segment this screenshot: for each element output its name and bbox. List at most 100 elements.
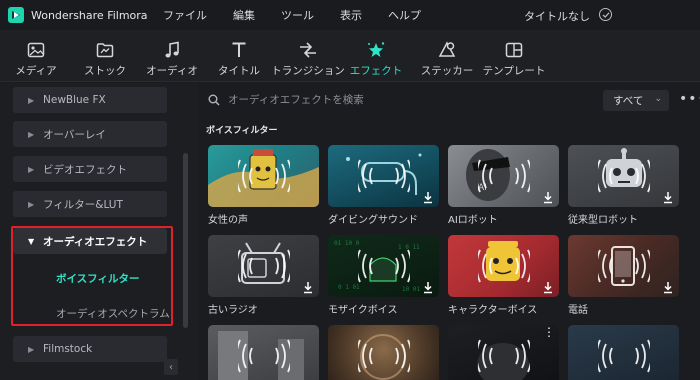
project-title[interactable]: タイトルなし xyxy=(524,8,590,24)
sidebar-item-label: NewBlue FX xyxy=(43,94,106,106)
download-icon[interactable] xyxy=(662,281,674,294)
tab-effects-label: エフェクト xyxy=(349,65,403,77)
title-t-icon xyxy=(231,39,247,61)
caret-right-icon: ▶ xyxy=(28,344,35,354)
tab-stickers[interactable]: ステッカー xyxy=(420,30,474,82)
sound-waves-icon xyxy=(238,339,290,373)
sidebar-subitem-voice-filter[interactable]: ボイスフィルター xyxy=(56,271,139,286)
tab-transitions-label: トランジション xyxy=(271,65,345,77)
caret-right-icon: ▶ xyxy=(28,164,35,174)
sound-waves-icon xyxy=(478,249,530,283)
media-icon xyxy=(27,39,45,61)
tab-media[interactable]: メディア xyxy=(14,30,58,82)
filter-value: すべて xyxy=(613,95,644,107)
chevron-down-icon: ⌄ xyxy=(654,94,662,104)
effects-star-icon xyxy=(366,39,386,61)
menu-edit[interactable]: 編集 xyxy=(233,7,255,23)
svg-text:01 10 0: 01 10 0 xyxy=(334,240,360,247)
sidebar-item-label: オーバーレイ xyxy=(43,128,106,141)
tab-titles-label: タイトル xyxy=(218,65,260,77)
tab-transitions[interactable]: トランジション xyxy=(271,30,345,82)
download-icon[interactable] xyxy=(302,281,314,294)
stock-icon xyxy=(96,39,114,61)
sidebar-item-overlay[interactable]: ▶ オーバーレイ xyxy=(13,121,167,147)
effect-card-row3-2[interactable] xyxy=(328,325,439,380)
effect-card-character-voice[interactable] xyxy=(448,235,559,297)
sound-waves-icon xyxy=(598,339,650,373)
effect-card-diving-sound[interactable] xyxy=(328,145,439,207)
effect-label: 電話 xyxy=(568,305,588,316)
section-title: ボイスフィルター xyxy=(206,126,278,136)
search-icon xyxy=(208,94,220,109)
tab-effects[interactable]: エフェクト xyxy=(350,30,402,82)
effect-label: 従来型ロボット xyxy=(568,215,638,226)
sidebar-scrollbar[interactable] xyxy=(183,153,188,328)
download-icon[interactable] xyxy=(422,281,434,294)
sound-waves-icon xyxy=(358,159,410,193)
sidebar-item-label: ビデオエフェクト xyxy=(43,163,127,176)
sound-waves-icon xyxy=(238,249,290,283)
effect-label: キャラクターボイス xyxy=(448,305,538,316)
transition-arrows-icon xyxy=(297,39,319,61)
effect-label: 女性の声 xyxy=(208,215,248,226)
search-input[interactable] xyxy=(228,91,558,109)
effect-label: モザイクボイス xyxy=(328,305,398,316)
effect-card-female-voice[interactable] xyxy=(208,145,319,207)
tab-audio[interactable]: オーディオ xyxy=(146,30,198,82)
collapse-sidebar-button[interactable]: ‹ xyxy=(164,359,178,375)
tab-media-label: メディア xyxy=(15,65,57,77)
sidebar-subitem-audio-spectrum[interactable]: オーディオスペクトラム xyxy=(56,306,170,321)
effect-card-classic-robot[interactable] xyxy=(568,145,679,207)
menu-view[interactable]: 表示 xyxy=(340,7,362,23)
tab-audio-label: オーディオ xyxy=(146,65,198,77)
tab-templates-label: テンプレート xyxy=(482,65,546,77)
more-options-icon[interactable]: ••• xyxy=(679,91,700,107)
caret-right-icon: ▶ xyxy=(28,199,35,209)
sidebar-item-filmstock[interactable]: ▶ Filmstock xyxy=(13,336,167,362)
card-more-icon[interactable]: ⋮ xyxy=(543,326,555,338)
sound-waves-icon xyxy=(598,249,650,283)
download-icon[interactable] xyxy=(542,281,554,294)
tab-stock-label: ストック xyxy=(84,65,126,77)
effect-card-row3-1[interactable] xyxy=(208,325,319,380)
chevron-left-icon: ‹ xyxy=(169,361,173,373)
effects-sidebar: ▶ NewBlue FX ▶ オーバーレイ ▶ ビデオエフェクト ▶ フィルター… xyxy=(0,83,198,380)
download-icon[interactable] xyxy=(662,191,674,204)
sidebar-item-audio-effects[interactable]: ▼ オーディオエフェクト xyxy=(13,228,167,254)
tab-stickers-label: ステッカー xyxy=(420,65,474,77)
tab-templates[interactable]: テンプレート xyxy=(483,30,545,82)
music-note-icon xyxy=(164,39,180,61)
menu-file[interactable]: ファイル xyxy=(163,7,207,23)
menu-help[interactable]: ヘルプ xyxy=(388,7,421,23)
effects-browser: すべて ⌄ ••• ボイスフィルター 女性の声 ダイビングサウンド AI AIロ… xyxy=(198,83,700,380)
sound-waves-icon xyxy=(598,159,650,193)
sidebar-item-newblue-fx[interactable]: ▶ NewBlue FX xyxy=(13,87,167,113)
sound-waves-icon xyxy=(478,159,530,193)
sidebar-item-video-effects[interactable]: ▶ ビデオエフェクト xyxy=(13,156,167,182)
svg-text:0 1 01: 0 1 01 xyxy=(338,284,360,291)
effect-card-mosaic-voice[interactable]: 01 10 01 0 11 0 1 01 10 01 xyxy=(328,235,439,297)
menu-tools[interactable]: ツール xyxy=(281,7,314,23)
sound-waves-icon xyxy=(478,339,530,373)
saved-check-icon xyxy=(599,8,612,21)
effect-label: AIロボット xyxy=(448,215,498,226)
tab-titles[interactable]: タイトル xyxy=(217,30,261,82)
download-icon[interactable] xyxy=(422,191,434,204)
effect-card-row3-4[interactable] xyxy=(568,325,679,380)
sound-waves-icon xyxy=(358,249,410,283)
sidebar-item-filter-lut[interactable]: ▶ フィルター&LUT xyxy=(13,191,167,217)
sidebar-item-label: フィルター&LUT xyxy=(43,198,123,211)
title-bar: Wondershare Filmora ファイル 編集 ツール 表示 ヘルプ タ… xyxy=(0,0,700,30)
template-icon xyxy=(505,39,523,61)
caret-down-icon: ▼ xyxy=(28,236,35,246)
effect-card-old-radio[interactable] xyxy=(208,235,319,297)
effect-card-telephone[interactable] xyxy=(568,235,679,297)
filter-dropdown[interactable]: すべて ⌄ xyxy=(603,90,669,111)
tab-stock[interactable]: ストック xyxy=(83,30,127,82)
effect-label: ダイビングサウンド xyxy=(328,215,418,226)
download-icon[interactable] xyxy=(542,191,554,204)
menu-bar: ファイル 編集 ツール 表示 ヘルプ xyxy=(163,7,447,23)
effect-card-ai-robot[interactable]: AI xyxy=(448,145,559,207)
svg-text:10 01: 10 01 xyxy=(402,286,420,293)
effect-card-row3-3[interactable]: ⋮ xyxy=(448,325,559,380)
